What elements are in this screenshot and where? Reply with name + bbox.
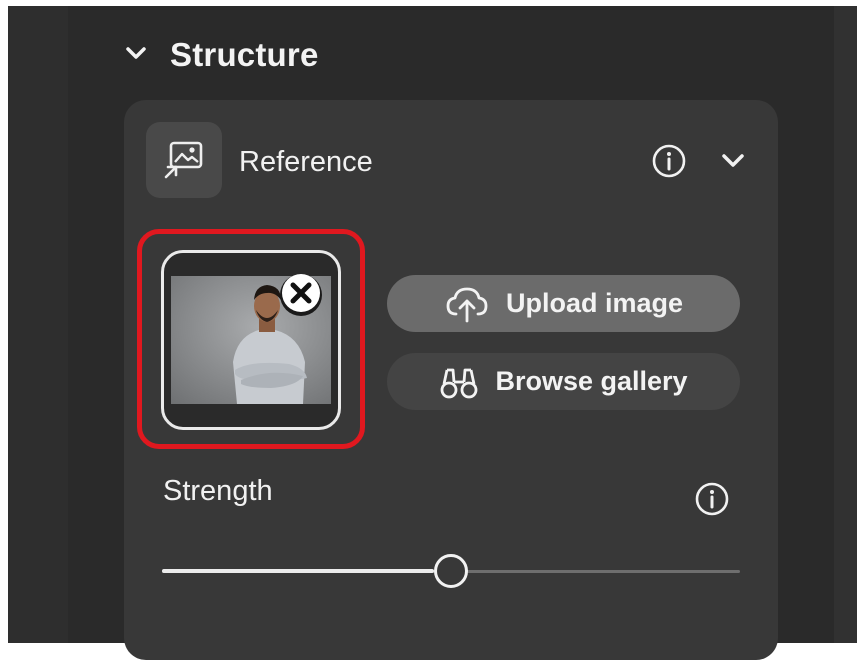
browse-gallery-label: Browse gallery (495, 366, 688, 396)
slider-fill (162, 569, 434, 573)
left-rail (8, 6, 68, 643)
info-icon[interactable] (694, 481, 730, 517)
chevron-down-icon[interactable] (718, 148, 748, 172)
cloud-upload-icon (444, 284, 490, 324)
binoculars-icon (439, 364, 479, 400)
strength-label: Strength (163, 475, 273, 507)
strength-slider[interactable] (162, 552, 740, 592)
structure-section-header[interactable]: Structure (124, 32, 319, 78)
info-icon[interactable] (651, 143, 687, 179)
section-title: Structure (170, 36, 319, 73)
remove-image-button[interactable] (280, 272, 322, 319)
reference-label: Reference (239, 146, 373, 178)
chevron-down-icon (124, 45, 148, 66)
upload-image-button[interactable]: Upload image (387, 275, 740, 332)
upload-image-label: Upload image (505, 288, 684, 318)
close-icon (280, 272, 322, 319)
browse-gallery-button[interactable]: Browse gallery (387, 353, 740, 410)
slider-thumb[interactable] (434, 554, 468, 588)
image-reference-icon (146, 122, 222, 198)
right-rail (834, 6, 857, 643)
